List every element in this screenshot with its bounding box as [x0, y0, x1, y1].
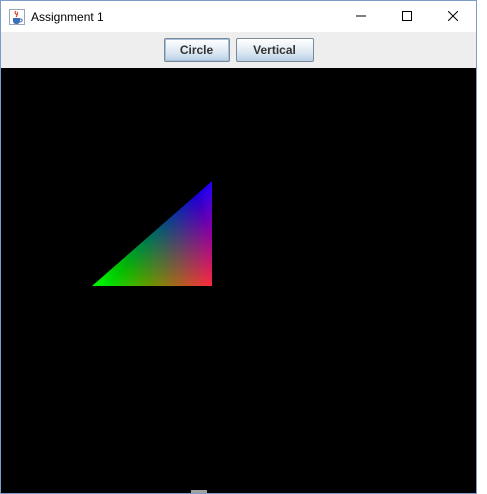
close-icon [447, 8, 459, 26]
title-bar[interactable]: Assignment 1 [1, 1, 476, 32]
window-title: Assignment 1 [31, 9, 104, 24]
resize-grip[interactable] [191, 490, 207, 493]
java-cup-icon [9, 8, 25, 25]
app-window: Assignment 1 Circle Vertical [0, 0, 477, 494]
circle-button[interactable]: Circle [163, 38, 230, 62]
rgb-triangle [92, 181, 212, 286]
triangle-drawing [92, 181, 212, 286]
window-controls [338, 1, 476, 32]
maximize-icon [402, 8, 412, 26]
button-bar: Circle Vertical [1, 32, 476, 68]
close-button[interactable] [430, 1, 476, 32]
minimize-icon [356, 8, 366, 26]
vertical-button[interactable]: Vertical [235, 38, 314, 62]
minimize-button[interactable] [338, 1, 384, 32]
background-strip [477, 0, 487, 494]
drawing-canvas[interactable] [1, 68, 476, 493]
maximize-button[interactable] [384, 1, 430, 32]
